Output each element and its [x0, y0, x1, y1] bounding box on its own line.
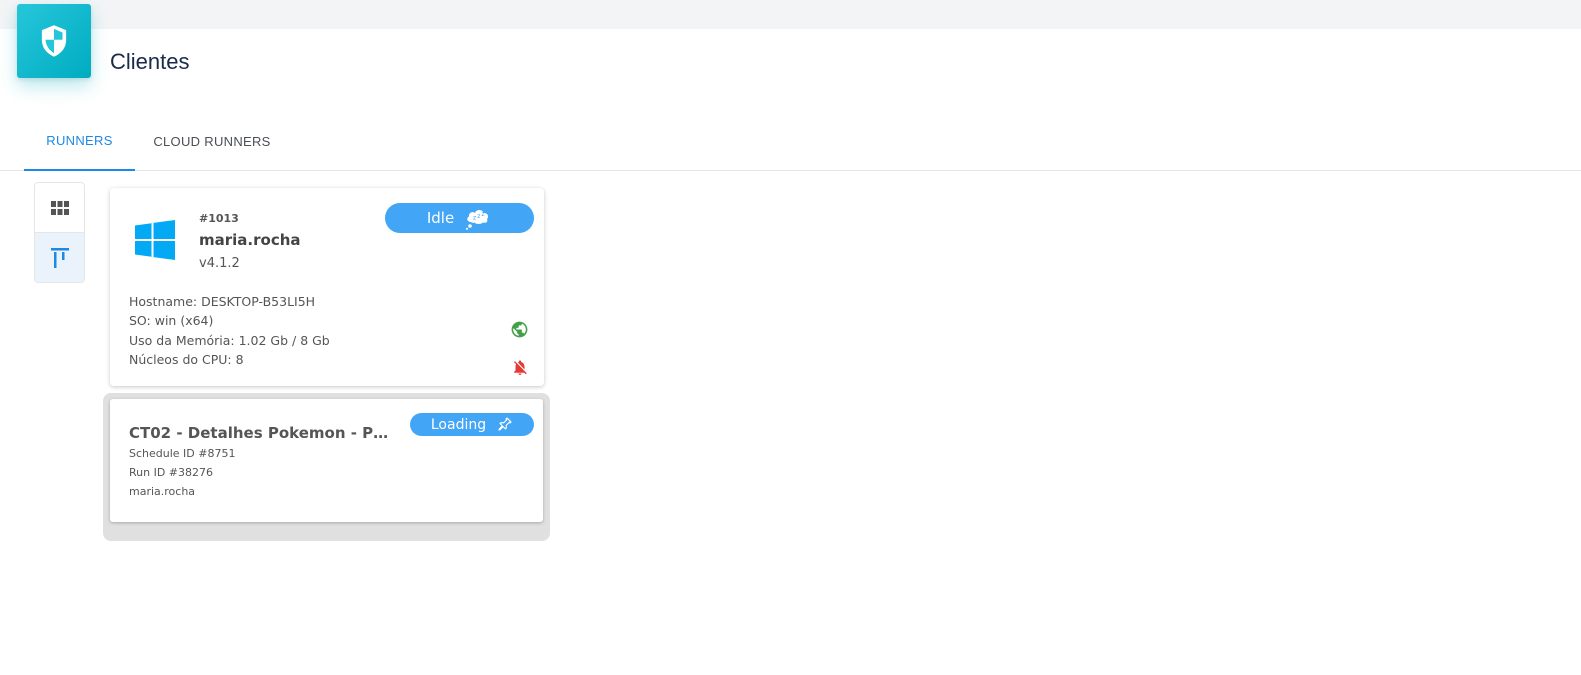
tab-bar: RUNNERS CLOUD RUNNERS — [0, 112, 1581, 171]
view-toggle — [34, 182, 85, 283]
svg-text:z: z — [477, 213, 480, 220]
globe-icon — [511, 321, 528, 338]
status-label: Loading — [430, 416, 487, 433]
status-badge-loading: Loading — [410, 413, 534, 436]
run-id-text: Run ID #38276 — [129, 466, 214, 479]
sleep-cloud-icon: z z z — [466, 210, 489, 230]
windows-icon — [135, 220, 175, 260]
page-logo — [17, 4, 91, 78]
memory-text: Uso da Memória: 1.02 Gb / 8 Gb — [129, 332, 330, 348]
tab-runners[interactable]: RUNNERS — [24, 112, 135, 171]
page-title: Clientes — [110, 49, 190, 74]
pin-icon — [498, 417, 512, 431]
runner-user: maria.rocha — [199, 231, 301, 249]
status-badge-idle: Idle z z z — [385, 203, 534, 233]
grid-view-button[interactable] — [35, 183, 84, 233]
runner-card[interactable]: #1013 maria.rocha v4.1.2 Idle z z z Host… — [110, 188, 544, 386]
grid-view-icon — [50, 200, 69, 215]
os-text: SO: win (x64) — [129, 313, 214, 329]
tab-cloud-runners[interactable]: CLOUD RUNNERS — [137, 112, 287, 171]
bell-off-icon[interactable] — [511, 358, 529, 377]
schedule-id-text: Schedule ID #8751 — [129, 447, 236, 460]
shield-icon — [41, 25, 67, 57]
runner-details: Hostname: DESKTOP-B53LI5H SO: win (x64) … — [129, 292, 330, 369]
svg-text:z: z — [482, 211, 485, 218]
list-view-icon — [50, 248, 69, 268]
runner-version: v4.1.2 — [199, 256, 240, 271]
runner-id: #1013 — [199, 212, 239, 225]
list-view-button[interactable] — [35, 233, 84, 282]
job-card[interactable]: CT02 - Detalhes Pokemon - Pokedex Loadin… — [110, 399, 543, 522]
hostname-text: Hostname: DESKTOP-B53LI5H — [129, 294, 316, 309]
job-title: CT02 - Detalhes Pokemon - Pokedex — [129, 424, 397, 442]
job-container: CT02 - Detalhes Pokemon - Pokedex Loadin… — [103, 393, 550, 541]
job-user-text: maria.rocha — [129, 485, 196, 498]
cpu-cores-text: Núcleos do CPU: 8 — [129, 351, 244, 367]
svg-text:z: z — [473, 215, 476, 222]
status-label: Idle — [426, 209, 455, 227]
